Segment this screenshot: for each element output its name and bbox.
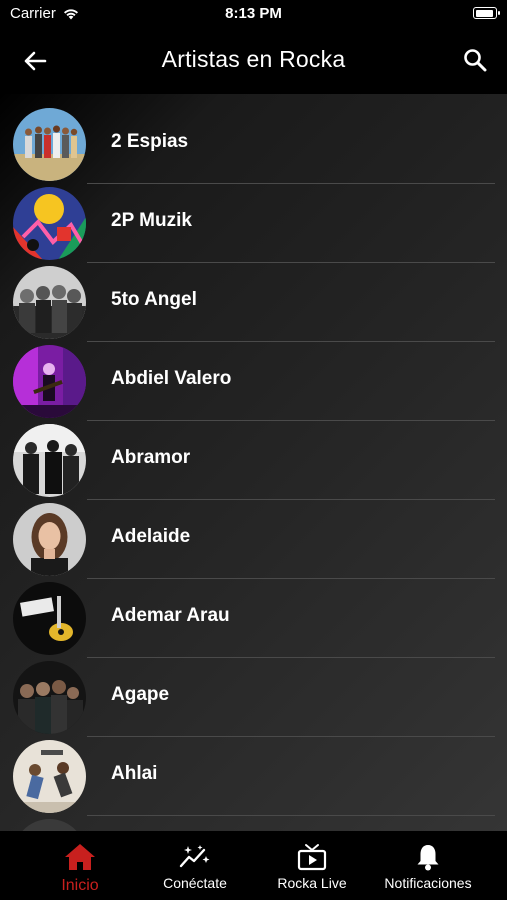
list-item-artist[interactable]: 5to Angel: [0, 252, 507, 342]
artist-name: Adelaide: [111, 526, 191, 547]
tab-label: Inicio: [61, 877, 99, 894]
navigation-bar: Artistas en Rocka: [0, 28, 507, 94]
avatar: [13, 503, 86, 576]
artist-name: Ademar Arau: [111, 605, 230, 626]
artist-name: Abramor: [111, 447, 191, 468]
search-icon: [464, 49, 487, 72]
list-item-artist[interactable]: [0, 805, 507, 831]
avatar: [13, 661, 86, 734]
search-button[interactable]: [459, 44, 491, 76]
avatar: [13, 108, 86, 181]
list-item-artist[interactable]: Abdiel Valero: [0, 331, 507, 421]
avatar: [13, 345, 86, 418]
battery-icon: [473, 7, 500, 19]
artist-name: Ahlai: [111, 763, 158, 784]
tab-label: Rocka Live: [277, 875, 347, 891]
list-item-artist[interactable]: Adelaide: [0, 489, 507, 579]
bell-icon: [417, 845, 439, 871]
list-item-artist[interactable]: 2P Muzik: [0, 173, 507, 263]
avatar: [13, 819, 86, 831]
list-item-artist[interactable]: Ademar Arau: [0, 568, 507, 658]
tab-notificaciones[interactable]: Notificaciones: [378, 831, 478, 900]
avatar: [13, 187, 86, 260]
tab-label: Notificaciones: [384, 875, 472, 891]
artist-name: 2 Espias: [111, 131, 189, 152]
page-title: Artistas en Rocka: [161, 46, 346, 72]
avatar: [13, 266, 86, 339]
avatar: [13, 424, 86, 497]
avatar: [13, 740, 86, 813]
tab-inicio[interactable]: Inicio: [38, 831, 122, 900]
list-item-artist[interactable]: 2 Espias: [0, 94, 507, 184]
status-bar: Carrier 8:13 PM: [0, 0, 507, 28]
tab-bar: Inicio Conéctate Rocka Live Notificacion…: [0, 831, 507, 900]
list-item-artist[interactable]: Agape: [0, 647, 507, 737]
home-icon: [65, 844, 95, 870]
clock: 8:13 PM: [225, 5, 282, 22]
artist-name: 2P Muzik: [111, 210, 192, 231]
list-item-artist[interactable]: Abramor: [0, 410, 507, 500]
artist-name: Agape: [111, 684, 170, 705]
artist-name: Abdiel Valero: [111, 368, 232, 389]
artist-name: 5to Angel: [111, 289, 197, 310]
tab-label: Conéctate: [163, 875, 227, 891]
sparkle-chart-icon: [179, 845, 210, 868]
avatar: [13, 582, 86, 655]
tab-conectate[interactable]: Conéctate: [150, 831, 240, 900]
tab-rocka-live[interactable]: Rocka Live: [262, 831, 362, 900]
artist-list[interactable]: 2 Espias 2P Muzik 5to Angel Abdiel Valer…: [0, 94, 507, 831]
list-item-artist[interactable]: Ahlai: [0, 726, 507, 816]
tv-play-icon: [297, 844, 327, 871]
